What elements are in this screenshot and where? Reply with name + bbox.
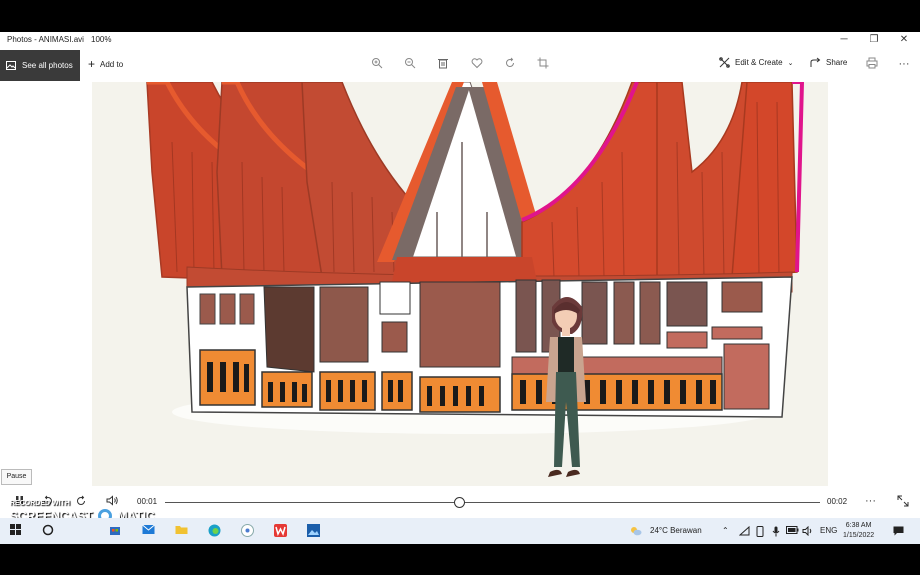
watermark-recorded: RECORDED WITH [10,500,70,507]
clock-date: 1/15/2022 [843,532,875,539]
zoom-out-icon[interactable] [403,57,417,71]
rotate-icon[interactable] [503,57,517,71]
share-button[interactable]: Share [810,57,847,68]
zoom-in-icon[interactable] [370,57,384,71]
close-button[interactable]: ✕ [889,33,919,47]
usb-device-icon[interactable] [756,526,764,539]
rumah-gadang-illustration [146,82,805,477]
edit-create-button[interactable]: Edit & Create ⌄ [719,57,793,68]
weather-icon[interactable] [630,526,642,538]
delete-icon[interactable] [436,57,450,71]
windows-start-icon[interactable] [8,524,22,538]
more-options-button[interactable]: ··· [897,57,911,71]
title-bar: Photos - ANIMASI.avi 100% ─ ❐ ✕ [0,32,920,48]
store-icon[interactable] [108,524,122,538]
image-viewer [0,82,920,486]
toolbar: See all photos + Add to Edit & Create ⌄ … [0,48,920,82]
add-to-label: Add to [100,59,124,69]
mail-icon[interactable] [141,524,155,538]
network-icon[interactable] [738,525,750,538]
battery-icon[interactable] [786,526,799,536]
edit-create-label: Edit & Create [735,58,783,67]
edit-create-icon [719,57,730,68]
wps-office-icon[interactable] [273,524,287,538]
seek-bar[interactable] [165,502,820,503]
microphone-icon[interactable] [772,526,780,539]
zoom-level: 100% [91,35,112,44]
print-icon[interactable] [865,57,879,71]
plus-icon: + [88,57,96,71]
minimize-button[interactable]: ─ [829,33,859,47]
photos-window: Photos - ANIMASI.avi 100% ─ ❐ ✕ See all … [0,32,920,518]
crop-icon[interactable] [536,57,550,71]
see-all-photos-label: See all photos [22,61,73,70]
screen: Photos - ANIMASI.avi 100% ─ ❐ ✕ See all … [0,0,920,575]
system-clock[interactable]: 6:38 AM 1/15/2022 [843,521,874,541]
window-title: Photos - ANIMASI.avi [7,35,84,44]
chevron-up-icon[interactable]: ⌃ [722,526,729,535]
weather-text[interactable]: 24°C Berawan [650,526,702,535]
taskbar: 24°C Berawan ⌃ ENG 6:38 AM 1/15/2022 [0,518,920,544]
chevron-down-icon: ⌄ [787,59,794,67]
see-all-photos-button[interactable]: See all photos [0,50,80,81]
edge-browser-icon[interactable] [207,524,221,538]
photos-icon [6,61,16,70]
input-language[interactable]: ENG [820,526,837,535]
end-time: 00:02 [827,497,848,506]
add-to-button[interactable]: + Add to [88,57,123,71]
seek-thumb[interactable] [454,497,466,508]
pause-tooltip: Pause [1,469,32,485]
speaker-icon[interactable] [802,525,814,538]
media-player-icon[interactable] [240,524,254,538]
player-more-button[interactable]: ··· [865,495,876,507]
fullscreen-icon[interactable] [897,495,909,510]
video-frame [92,82,828,486]
notifications-icon[interactable] [893,526,904,538]
file-explorer-icon[interactable] [174,524,188,538]
share-label: Share [826,58,848,67]
restore-button[interactable]: ❐ [859,33,889,47]
clock-time: 6:38 AM [845,522,872,529]
favorite-heart-icon[interactable] [470,57,484,71]
photos-app-icon[interactable] [306,524,320,538]
share-icon [810,57,821,67]
search-circle-icon[interactable] [41,524,55,538]
